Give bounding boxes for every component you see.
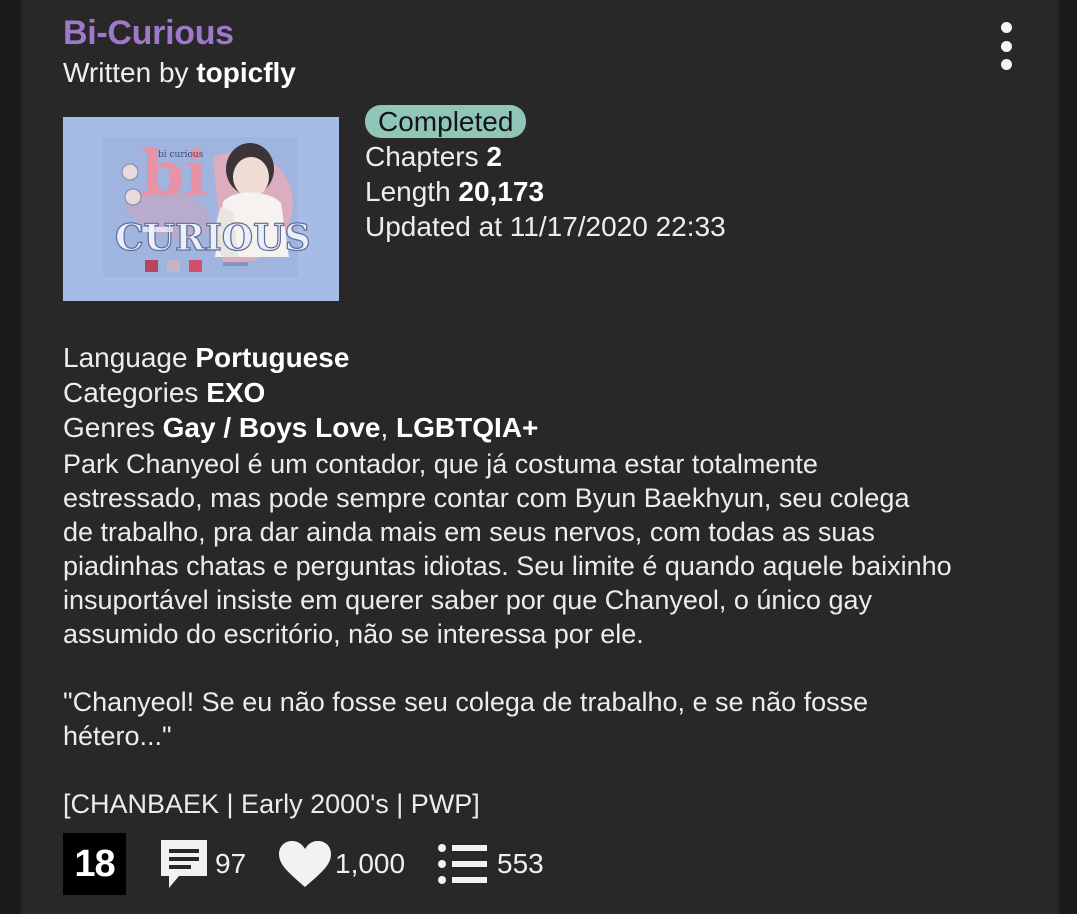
chapters-row: Chapters 2: [365, 141, 502, 172]
story-title[interactable]: Bi-Curious: [63, 14, 234, 53]
cover-image[interactable]: bi bi curious CURIOUS: [63, 117, 339, 301]
categories-row: Categories EXO: [63, 377, 266, 408]
category-link[interactable]: EXO: [206, 377, 265, 408]
cover-bi-text: bi: [141, 137, 208, 210]
description-line: insuportável insiste em querer saber por…: [63, 585, 872, 615]
comment-icon: [161, 840, 207, 888]
age-rating-badge: 18: [63, 833, 126, 895]
cover-art: bi bi curious CURIOUS: [63, 117, 339, 301]
chapters-count: 2: [486, 141, 502, 172]
description-line: estressado, mas pode sempre contar com B…: [63, 483, 910, 513]
author-link[interactable]: topicfly: [196, 57, 296, 88]
written-by-label: Written by: [63, 57, 189, 88]
updated-date: Updated at 11/17/2020 22:33: [365, 211, 726, 242]
genre-link-2[interactable]: LGBTQIA+: [396, 412, 538, 443]
more-options-icon[interactable]: [994, 22, 1018, 70]
description-line: assumido do escritório, não se interessa…: [63, 619, 644, 649]
status-badge: Completed: [365, 105, 527, 138]
length-count: 20,173: [458, 176, 545, 207]
genre-link-1[interactable]: Gay / Boys Love: [163, 412, 381, 443]
comments-stat[interactable]: 97: [157, 833, 246, 895]
cover-curious-text: CURIOUS: [115, 217, 311, 259]
list-icon: [438, 844, 487, 884]
heart-icon: [279, 841, 331, 887]
description-line: de trabalho, pra dar ainda mais em seus …: [63, 517, 875, 547]
description-quote-line: hétero...": [63, 721, 172, 751]
subscribers-count: 553: [497, 848, 544, 879]
subscribers-stat[interactable]: 553: [437, 833, 544, 895]
story-meta: Completed Chapters 2 Length 20,173 Updat…: [365, 104, 726, 244]
story-stats: 18 97 1,000 553: [63, 833, 663, 895]
author-line: Written by topicfly: [63, 57, 296, 89]
description-tags: [CHANBAEK | Early 2000's | PWP]: [63, 789, 480, 819]
length-row: Length 20,173: [365, 176, 545, 207]
description-line: Park Chanyeol é um contador, que já cost…: [63, 449, 818, 479]
cover-small-text: bi curious: [158, 150, 204, 160]
language-value: Portuguese: [195, 342, 350, 373]
language-row: Language Portuguese: [63, 342, 350, 373]
description-line: piadinhas chatas e perguntas idiotas. Se…: [63, 551, 952, 581]
likes-count: 1,000: [335, 848, 406, 879]
description-quote-line: "Chanyeol! Se eu não fosse seu colega de…: [63, 687, 869, 717]
likes-stat[interactable]: 1,000: [277, 833, 405, 895]
genres-row: Genres Gay / Boys Love, LGBTQIA+: [63, 412, 539, 443]
comments-count: 97: [215, 848, 247, 879]
story-description: Park Chanyeol é um contador, que já cost…: [63, 447, 1023, 821]
story-info: Language Portuguese Categories EXO Genre…: [63, 340, 538, 445]
